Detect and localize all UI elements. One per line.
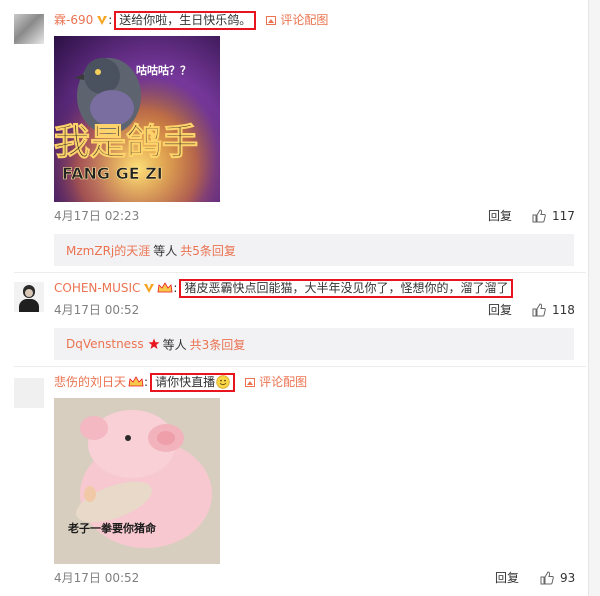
meme-caption-big: 我是鸽手 (54, 122, 198, 163)
smile-emoji-icon (216, 375, 230, 389)
divider (14, 366, 586, 367)
meme-caption: 老子一拳要你猪命 (68, 522, 156, 535)
like-button[interactable]: 117 (532, 208, 575, 224)
sub-reply-user[interactable]: MzmZRj的天涯 (66, 242, 150, 259)
comment-time: 4月17日 00:52 (54, 571, 140, 585)
image-icon (245, 377, 256, 387)
pigeon-meme-art: 我是鸽手 FANG GE ZI (54, 36, 220, 202)
sub-reply-bar[interactable]: MzmZRj的天涯 等人 共5条回复 (54, 234, 574, 266)
meme-caption-small: 咕咕咕？？ (136, 64, 191, 77)
sub-reply-count[interactable]: 共3条回复 (190, 336, 246, 353)
comment-text: 送给你啦，生日快乐鸽。 (114, 10, 257, 30)
reply-button[interactable]: 回复 (488, 302, 512, 318)
comment-time: 4月17日 00:52 (54, 303, 140, 317)
comment-text: 请你快直播 (150, 372, 236, 392)
comment-time: 4月17日 02:23 (54, 209, 140, 223)
pig-plush-meme-art (54, 398, 220, 564)
comment-image-link[interactable]: 评论配图 (245, 374, 307, 390)
star-badge-icon (148, 338, 160, 350)
thumbs-up-icon (540, 571, 554, 585)
reply-button[interactable]: 回复 (488, 208, 512, 224)
avatar[interactable] (14, 378, 44, 408)
username-link[interactable]: COHEN-MUSIC (54, 280, 140, 296)
vip-crown-icon (128, 376, 144, 388)
meme-caption-en: FANG GE ZI (62, 164, 163, 183)
comment-image-link[interactable]: 评论配图 (266, 12, 328, 28)
divider (14, 272, 586, 273)
reply-button[interactable]: 回复 (495, 570, 519, 586)
sub-reply-count[interactable]: 共5条回复 (180, 242, 236, 259)
sub-reply-bar[interactable]: DqVenstness 等人 共3条回复 (54, 328, 574, 360)
image-icon (266, 15, 277, 25)
verified-badge-icon (143, 282, 155, 294)
thumbs-up-icon (532, 209, 546, 223)
verified-badge-icon (96, 14, 108, 26)
username-link[interactable]: 霖-690 (54, 12, 93, 28)
avatar[interactable] (14, 282, 44, 312)
username-link[interactable]: 悲伤的刘日天 (54, 374, 126, 390)
sub-reply-user[interactable]: DqVenstness (66, 337, 144, 351)
like-button[interactable]: 93 (540, 570, 575, 586)
like-count: 117 (552, 209, 575, 223)
like-count: 93 (560, 571, 576, 585)
avatar[interactable] (14, 14, 44, 44)
comment-image[interactable]: 老子一拳要你猪命 (54, 398, 220, 564)
vip-crown-icon (157, 282, 173, 294)
comment-image[interactable]: 我是鸽手 FANG GE ZI 咕咕咕？？ (54, 36, 220, 202)
like-count: 118 (552, 303, 575, 317)
comment-text: 猪皮恶霸快点回能猫，大半年没见你了，怪想你的，溜了溜了 (179, 278, 514, 298)
comment-list: 霖-690 : 送给你啦，生日快乐鸽。 评论配图 我是鸽手 FANG GE ZI… (0, 0, 600, 596)
scrollbar[interactable] (588, 0, 600, 596)
thumbs-up-icon (532, 303, 546, 317)
like-button[interactable]: 118 (532, 302, 575, 318)
